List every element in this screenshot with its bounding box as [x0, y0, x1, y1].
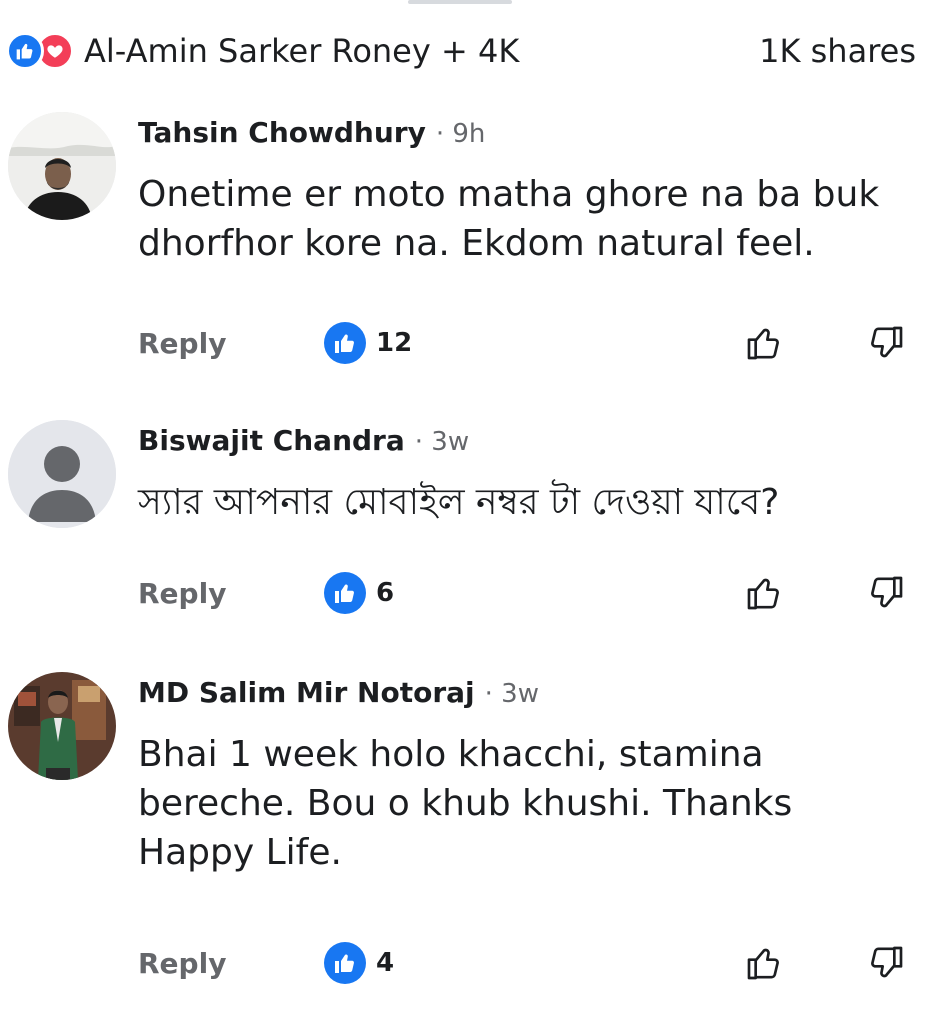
comment-time[interactable]: · 3w [415, 427, 469, 457]
shares-count[interactable]: 1K shares [759, 32, 916, 70]
reply-button[interactable]: Reply [138, 327, 324, 360]
like-count[interactable]: 12 [324, 322, 412, 364]
comment-meta: Tahsin Chowdhury · 9h [138, 116, 906, 152]
comment-meta: MD Salim Mir Notoraj · 3w [138, 676, 906, 712]
like-count-value: 4 [376, 948, 395, 978]
comment-body: Tahsin Chowdhury · 9h Onetime er moto ma… [138, 116, 906, 268]
vote-buttons [744, 573, 906, 613]
reply-button[interactable]: Reply [138, 947, 324, 980]
like-icon [324, 322, 366, 364]
avatar[interactable] [8, 420, 116, 528]
reply-button[interactable]: Reply [138, 577, 324, 610]
thumbs-up-outline-icon [747, 328, 779, 360]
thumbs-down-outline-icon [871, 946, 903, 978]
upvote-button[interactable] [744, 943, 784, 983]
comment-actions: Reply 6 [138, 568, 906, 618]
like-count-value: 6 [376, 578, 395, 608]
comment-text: স্যার আপনার মোবাইল নম্বর টা দেওয়া যাবে? [138, 482, 780, 523]
upvote-button[interactable] [744, 573, 784, 613]
like-icon [6, 32, 44, 70]
comment-text: Onetime er moto matha ghore na ba buk dh… [138, 174, 880, 264]
vote-buttons [744, 943, 906, 983]
thumbs-up-outline-icon [747, 948, 779, 980]
thumbs-up-outline-icon [747, 578, 779, 610]
comment-time[interactable]: · 9h [436, 119, 486, 149]
reaction-icons[interactable] [6, 32, 74, 70]
reactors-text[interactable]: Al-Amin Sarker Roney + 4K [84, 32, 519, 70]
comment-time[interactable]: · 3w [485, 679, 539, 709]
comment-actions: Reply 4 [138, 938, 906, 988]
comment-meta: Biswajit Chandra · 3w [138, 424, 906, 460]
like-icon [324, 572, 366, 614]
downvote-button[interactable] [866, 943, 906, 983]
comment-body: Biswajit Chandra · 3w স্যার আপনার মোবাইল… [138, 424, 906, 527]
avatar[interactable] [8, 672, 116, 780]
thumbs-down-outline-icon [871, 326, 903, 358]
comment-author[interactable]: Tahsin Chowdhury [138, 116, 426, 149]
like-count-value: 12 [376, 328, 413, 358]
comment-actions: Reply 12 [138, 318, 906, 368]
thumbs-down-outline-icon [871, 576, 903, 608]
like-icon [324, 942, 366, 984]
comment-text: Bhai 1 week holo khacchi, stamina berech… [138, 734, 793, 873]
avatar[interactable] [8, 112, 116, 220]
comments-sheet: Al-Amin Sarker Roney + 4K 1K shares Tahs… [0, 0, 930, 1010]
like-count[interactable]: 6 [324, 572, 394, 614]
downvote-button[interactable] [866, 573, 906, 613]
downvote-button[interactable] [866, 323, 906, 363]
reaction-summary: Al-Amin Sarker Roney + 4K 1K shares [6, 24, 916, 78]
upvote-button[interactable] [744, 323, 784, 363]
drag-handle[interactable] [408, 0, 512, 4]
vote-buttons [744, 323, 906, 363]
comment-author[interactable]: Biswajit Chandra [138, 424, 405, 457]
like-count[interactable]: 4 [324, 942, 394, 984]
comment-author[interactable]: MD Salim Mir Notoraj [138, 676, 475, 709]
comment-body: MD Salim Mir Notoraj · 3w Bhai 1 week ho… [138, 676, 906, 877]
